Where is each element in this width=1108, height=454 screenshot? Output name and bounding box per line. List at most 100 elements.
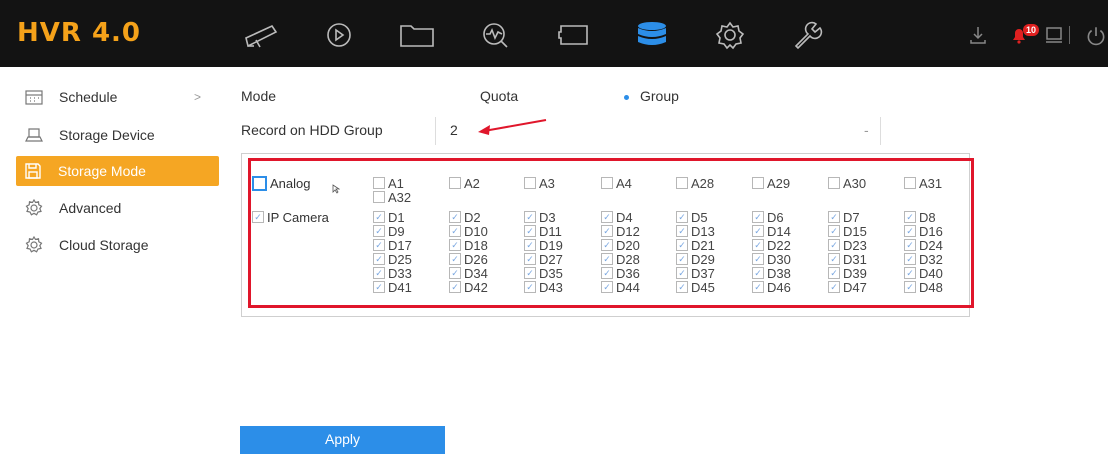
channel-checkbox[interactable]: ✓ D22: [752, 238, 791, 253]
channel-checkbox[interactable]: A4: [601, 176, 632, 191]
channel-checkbox[interactable]: ✓ D45: [676, 280, 715, 295]
channel-checkbox[interactable]: ✓ D24: [904, 238, 943, 253]
channel-checkbox[interactable]: ✓ D47: [828, 280, 867, 295]
channel-checkbox[interactable]: ✓ D40: [904, 266, 943, 281]
channel-checkbox[interactable]: ✓ D20: [601, 238, 640, 253]
sidebar-item-schedule[interactable]: Schedule >: [17, 82, 217, 112]
channel-label: D3: [539, 209, 556, 225]
channel-checkbox[interactable]: ✓ D26: [449, 251, 488, 267]
record-hdd-group-value[interactable]: 2: [450, 122, 458, 138]
maintenance-icon[interactable]: [788, 20, 828, 50]
dropdown-arrow-icon[interactable]: -: [864, 122, 869, 138]
channel-checkbox[interactable]: ✓ D37: [676, 266, 715, 281]
channel-checkbox[interactable]: ✓ D29: [676, 252, 715, 267]
channel-checkbox[interactable]: A28: [676, 176, 714, 191]
channel-checkbox[interactable]: ✓ D39: [828, 266, 867, 281]
channel-checkbox[interactable]: ✓ D7: [828, 210, 860, 225]
channel-checkbox[interactable]: ✓ D41: [373, 280, 412, 295]
channel-checkbox[interactable]: ✓ D15: [828, 224, 867, 239]
channel-checkbox[interactable]: ✓ D32: [904, 252, 943, 267]
channel-checkbox[interactable]: ✓ D43: [524, 280, 563, 295]
sidebar-item-storage-device[interactable]: Storage Device: [17, 120, 217, 150]
system-settings-icon[interactable]: [710, 20, 750, 50]
mode-option-quota[interactable]: Quota: [480, 88, 518, 104]
channel-checkbox[interactable]: ✓ D46: [752, 280, 791, 295]
channel-checkbox[interactable]: ✓ D6: [752, 210, 784, 225]
channel-checkbox[interactable]: ✓ D8: [904, 210, 936, 225]
channel-checkbox[interactable]: ✓ D23: [828, 238, 867, 253]
channel-checkbox[interactable]: ✓ D38: [752, 266, 791, 281]
checkbox-checked-icon: ✓: [752, 267, 764, 279]
channel-checkbox[interactable]: A32: [373, 190, 411, 205]
configuration-icon[interactable]: [553, 20, 593, 50]
channel-checkbox[interactable]: A1: [373, 176, 404, 191]
checkbox-checked-icon: ✓: [904, 267, 916, 279]
channel-checkbox[interactable]: ✓ D28: [601, 252, 640, 267]
analog-checkbox[interactable]: Analog: [252, 175, 310, 191]
channel-checkbox[interactable]: ✓ D9: [373, 224, 405, 239]
channel-checkbox[interactable]: ✓ D31: [828, 252, 867, 267]
checkbox-icon: [252, 175, 267, 191]
file-management-icon[interactable]: [397, 20, 437, 50]
channel-checkbox[interactable]: ✓ D48: [904, 280, 943, 295]
channel-checkbox[interactable]: ✓ D5: [676, 209, 708, 225]
channel-checkbox[interactable]: ✓ D35: [524, 265, 563, 281]
channel-checkbox[interactable]: A2: [449, 176, 480, 191]
channel-checkbox[interactable]: ✓ D14: [752, 224, 791, 239]
checkbox-checked-icon: ✓: [676, 281, 688, 293]
checkbox-checked-icon: ✓: [373, 225, 385, 237]
checkbox-checked-icon: ✓: [601, 225, 613, 237]
channel-checkbox[interactable]: ✓ D2: [449, 210, 481, 225]
channel-checkbox[interactable]: ✓ D1: [373, 210, 405, 225]
channel-checkbox[interactable]: ✓ D33: [373, 266, 412, 281]
channel-checkbox[interactable]: ✓ D18: [449, 238, 488, 253]
playback-icon[interactable]: [319, 20, 359, 50]
checkbox-checked-icon: ✓: [524, 253, 536, 265]
checkbox-icon: [676, 177, 688, 189]
channel-checkbox[interactable]: ✓ D30: [752, 251, 791, 267]
apply-button[interactable]: Apply: [240, 426, 445, 454]
channel-checkbox[interactable]: A3: [524, 176, 555, 191]
lock-screen-icon[interactable]: [1043, 24, 1065, 46]
channel-checkbox[interactable]: A29: [752, 176, 790, 191]
channel-label: D42: [464, 279, 488, 295]
smart-analysis-icon[interactable]: [475, 20, 515, 50]
channel-checkbox[interactable]: ✓ D44: [601, 280, 640, 295]
ip-camera-checkbox[interactable]: ✓ IP Camera: [252, 210, 329, 225]
channel-label: D5: [691, 209, 708, 225]
channel-label: D26: [464, 251, 488, 267]
channel-checkbox[interactable]: ✓ D11: [524, 224, 562, 239]
channel-checkbox[interactable]: ✓ D36: [601, 265, 640, 281]
channel-checkbox[interactable]: ✓ D4: [601, 210, 633, 225]
live-view-icon[interactable]: [242, 20, 282, 50]
channel-checkbox[interactable]: ✓ D10: [449, 224, 488, 239]
channel-label: D35: [539, 265, 563, 281]
channel-label: A30: [843, 175, 867, 191]
channel-checkbox[interactable]: A30: [828, 175, 867, 191]
channel-checkbox[interactable]: A31: [904, 176, 942, 191]
channel-checkbox[interactable]: ✓ D27: [524, 252, 563, 267]
channel-checkbox[interactable]: ✓ D34: [449, 266, 488, 281]
channel-checkbox[interactable]: ✓ D17: [373, 238, 412, 253]
download-icon[interactable]: [967, 24, 989, 46]
checkbox-checked-icon: ✓: [752, 253, 764, 265]
checkbox-checked-icon: ✓: [828, 267, 840, 279]
channel-checkbox[interactable]: ✓ D13: [676, 224, 715, 239]
sidebar-item-cloud-storage[interactable]: Cloud Storage: [17, 230, 217, 260]
channel-checkbox[interactable]: ✓ D19: [524, 238, 563, 253]
checkbox-checked-icon: ✓: [449, 225, 461, 237]
channel-checkbox[interactable]: ✓ D25: [373, 252, 412, 267]
channel-label: D30: [767, 251, 791, 267]
storage-icon[interactable]: [632, 20, 672, 50]
channel-label: D36: [616, 265, 640, 281]
channel-checkbox[interactable]: ✓ D21: [676, 238, 715, 253]
power-icon[interactable]: [1084, 24, 1108, 46]
channel-checkbox[interactable]: ✓ D3: [524, 209, 556, 225]
checkbox-checked-icon: ✓: [373, 281, 385, 293]
channel-checkbox[interactable]: ✓ D16: [904, 224, 943, 239]
sidebar-item-advanced[interactable]: Advanced: [17, 193, 217, 223]
mode-option-group[interactable]: Group: [640, 88, 679, 104]
channel-checkbox[interactable]: ✓ D12: [601, 224, 640, 239]
channel-checkbox[interactable]: ✓ D42: [449, 279, 488, 295]
sidebar-item-storage-mode[interactable]: Storage Mode: [16, 156, 219, 186]
